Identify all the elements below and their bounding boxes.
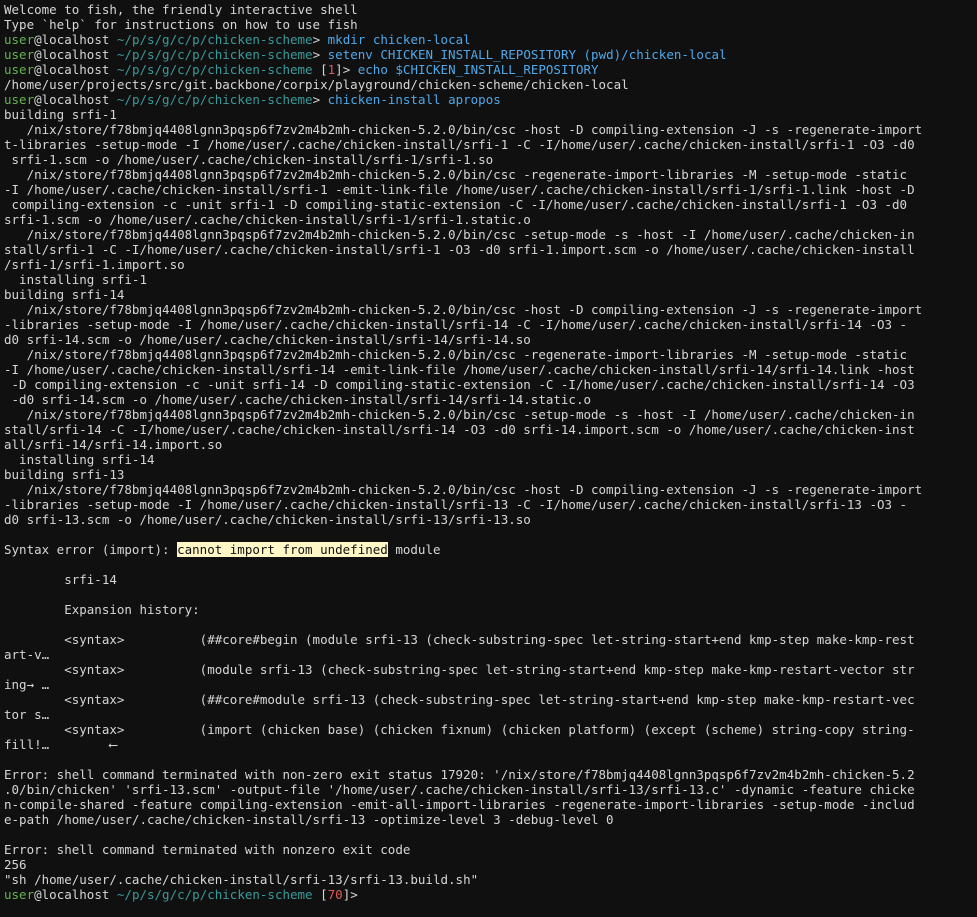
history-line: art-v… — [4, 647, 50, 662]
prompt-line: user@localhost ~/p/s/g/c/p/chicken-schem… — [4, 92, 501, 107]
output-line: all/srfi-14/srfi-14.import.so — [4, 437, 223, 452]
syntax-error-line: Syntax error (import): cannot import fro… — [4, 542, 973, 557]
output-line: -libraries -setup-mode -I /home/user/.ca… — [4, 317, 908, 332]
output-line: installing srfi-1 — [4, 272, 147, 287]
prompt-path: ~/p/s/g/c/p/chicken-scheme — [116, 32, 313, 47]
prompt-line-active[interactable]: user@localhost ~/p/s/g/c/p/chicken-schem… — [4, 887, 973, 902]
expansion-history-title: Expansion history: — [4, 602, 200, 617]
prompt-user: user — [4, 32, 35, 47]
command-name: mkdir — [327, 32, 366, 47]
output-line: -D compiling-extension -c -unit srfi-14 … — [4, 377, 915, 392]
prompt-at: @ — [34, 62, 42, 77]
history-line: <syntax> (##core#module srfi-13 (check-s… — [4, 692, 915, 707]
output-line: /nix/store/f78bmjq4408lgnn3pqsp6f7zv2m4b… — [4, 347, 908, 362]
output-line: /nix/store/f78bmjq4408lgnn3pqsp6f7zv2m4b… — [4, 167, 908, 182]
output-line: stall/srfi-1 -C -I/home/user/.cache/chic… — [4, 242, 915, 257]
output-line: srfi-1.scm -o /home/user/.cache/chicken-… — [4, 212, 531, 227]
output-line: /srfi-1/srfi-1.import.so — [4, 257, 185, 272]
output-line: /nix/store/f78bmjq4408lgnn3pqsp6f7zv2m4b… — [4, 302, 923, 317]
prompt-host: localhost — [41, 92, 110, 107]
output-line: building srfi-1 — [4, 107, 117, 122]
prompt-at: @ — [34, 47, 42, 62]
error-line: .0/bin/chicken' 'srfi-13.scm' -output-fi… — [4, 782, 915, 797]
output-line: /nix/store/f78bmjq4408lgnn3pqsp6f7zv2m4b… — [4, 407, 915, 422]
greeting-line: Welcome to fish, the friendly interactiv… — [4, 2, 358, 17]
output-line: /nix/store/f78bmjq4408lgnn3pqsp6f7zv2m4b… — [4, 227, 915, 242]
command-substitution: (pwd) — [583, 47, 622, 62]
output-line: d0 srfi-13.scm -o /home/user/.cache/chic… — [4, 512, 531, 527]
history-line: ing→ … — [4, 677, 50, 692]
output-line: srfi-1.scm -o /home/user/.cache/chicken-… — [4, 152, 494, 167]
prompt-suffix: > — [350, 887, 358, 902]
prompt-user: user — [4, 47, 35, 62]
prompt-status: 1 — [327, 62, 336, 77]
prompt-user: user — [4, 92, 35, 107]
syntax-error-prefix: Syntax error (import): — [4, 542, 178, 557]
command-name: setenv — [327, 47, 373, 62]
prompt-user: user — [4, 887, 35, 902]
command-variable: $CHICKEN_INSTALL_REPOSITORY — [395, 62, 599, 77]
error-line: Error: shell command terminated with non… — [4, 767, 915, 782]
command-args: CHICKEN_INSTALL_REPOSITORY — [380, 47, 576, 62]
command-args: apropos — [448, 92, 501, 107]
prompt-host: localhost — [41, 47, 110, 62]
prompt-path: ~/p/s/g/c/p/chicken-scheme — [116, 47, 313, 62]
prompt-line: user@localhost ~/p/s/g/c/p/chicken-schem… — [4, 62, 599, 77]
prompt-user: user — [4, 62, 35, 77]
output-line: compiling-extension -c -unit srfi-1 -D c… — [4, 197, 908, 212]
prompt-path: ~/p/s/g/c/p/chicken-scheme — [116, 887, 313, 902]
prompt-host: localhost — [41, 887, 110, 902]
output-line: building srfi-14 — [4, 287, 125, 302]
history-line: <syntax> (##core#begin (module srfi-13 (… — [4, 632, 915, 647]
error-line: n-compile-shared -feature compiling-exte… — [4, 797, 915, 812]
prompt-host: localhost — [41, 32, 110, 47]
syntax-error-suffix: module — [387, 542, 441, 557]
history-line: <syntax> (module srfi-13 (check-substrin… — [4, 662, 915, 677]
error-line: 256 — [4, 857, 27, 872]
prompt-path: ~/p/s/g/c/p/chicken-scheme — [116, 92, 313, 107]
output-line: -I /home/user/.cache/chicken-install/srf… — [4, 182, 915, 197]
output-line: -libraries -setup-mode -I /home/user/.ca… — [4, 497, 908, 512]
prompt-line: user@localhost ~/p/s/g/c/p/chicken-schem… — [4, 47, 727, 62]
error-line: "sh /home/user/.cache/chicken-install/sr… — [4, 872, 479, 887]
output-line: /home/user/projects/src/git.backbone/cor… — [4, 77, 629, 92]
prompt-line: user@localhost ~/p/s/g/c/p/chicken-schem… — [4, 32, 471, 47]
output-line: building srfi-13 — [4, 467, 125, 482]
command-args-tail: /chicken-local — [621, 47, 727, 62]
search-highlight: cannot import from undefined — [177, 542, 388, 557]
output-line: installing srfi-14 — [4, 452, 155, 467]
prompt-status: 70 — [327, 887, 343, 902]
command-name: chicken-install — [327, 92, 441, 107]
history-line: <syntax> (import (chicken base) (chicken… — [4, 722, 915, 737]
history-line: tor s… — [4, 707, 50, 722]
greeting-line: Type `help` for instructions on how to u… — [4, 17, 358, 32]
command-args: chicken-local — [372, 32, 471, 47]
error-line: Error: shell command terminated with non… — [4, 842, 411, 857]
output-line: /nix/store/f78bmjq4408lgnn3pqsp6f7zv2m4b… — [4, 122, 923, 137]
output-line: t-libraries -setup-mode -I /home/user/.c… — [4, 137, 915, 152]
prompt-at: @ — [34, 887, 42, 902]
error-line: e-path /home/user/.cache/chicken-install… — [4, 812, 614, 827]
output-line: d0 srfi-14.scm -o /home/user/.cache/chic… — [4, 332, 531, 347]
output-line: -d0 srfi-14.scm -o /home/user/.cache/chi… — [4, 392, 591, 407]
history-line: fill!… ⟵ — [4, 737, 117, 752]
output-line: /nix/store/f78bmjq4408lgnn3pqsp6f7zv2m4b… — [4, 482, 923, 497]
output-line: stall/srfi-14 -C -I/home/user/.cache/chi… — [4, 422, 915, 437]
prompt-host: localhost — [41, 62, 110, 77]
terminal-window[interactable]: Welcome to fish, the friendly interactiv… — [0, 0, 977, 917]
command-name: echo — [357, 62, 388, 77]
prompt-at: @ — [34, 32, 42, 47]
output-line: -I /home/user/.cache/chicken-install/srf… — [4, 362, 915, 377]
prompt-path: ~/p/s/g/c/p/chicken-scheme — [116, 62, 313, 77]
prompt-at: @ — [34, 92, 42, 107]
error-module: srfi-14 — [4, 572, 117, 587]
